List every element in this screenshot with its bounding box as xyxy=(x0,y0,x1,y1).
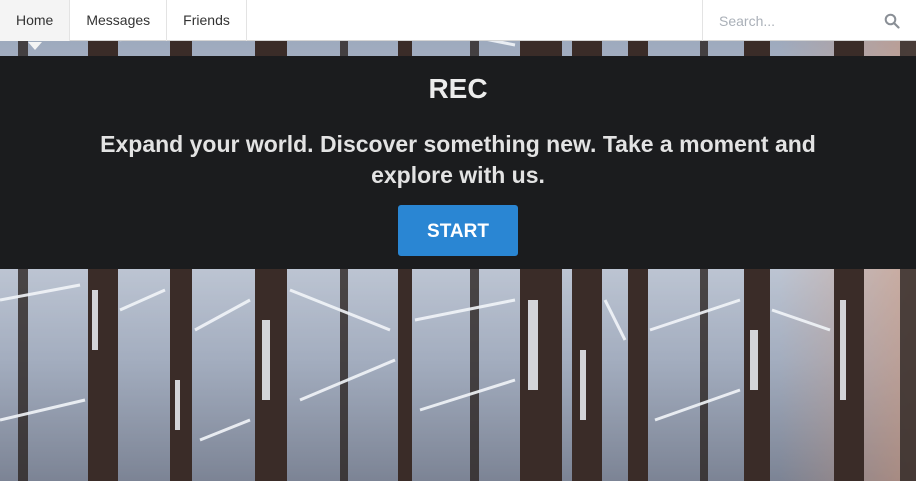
search-icon[interactable] xyxy=(884,13,900,29)
hero-tagline: Expand your world. Discover something ne… xyxy=(100,131,816,188)
hero-banner: REC Expand your world. Discover somethin… xyxy=(0,56,916,269)
hero-title: REC xyxy=(428,73,488,104)
search-box xyxy=(702,0,916,41)
nav-tab-messages[interactable]: Messages xyxy=(70,0,168,41)
nav-tabs: Home Messages Friends xyxy=(0,0,247,50)
nav-tab-home[interactable]: Home xyxy=(0,0,71,50)
top-navbar: Home Messages Friends xyxy=(0,0,916,50)
nav-tab-friends[interactable]: Friends xyxy=(167,0,247,41)
start-button[interactable]: START xyxy=(398,205,518,256)
search-input[interactable] xyxy=(703,0,889,41)
